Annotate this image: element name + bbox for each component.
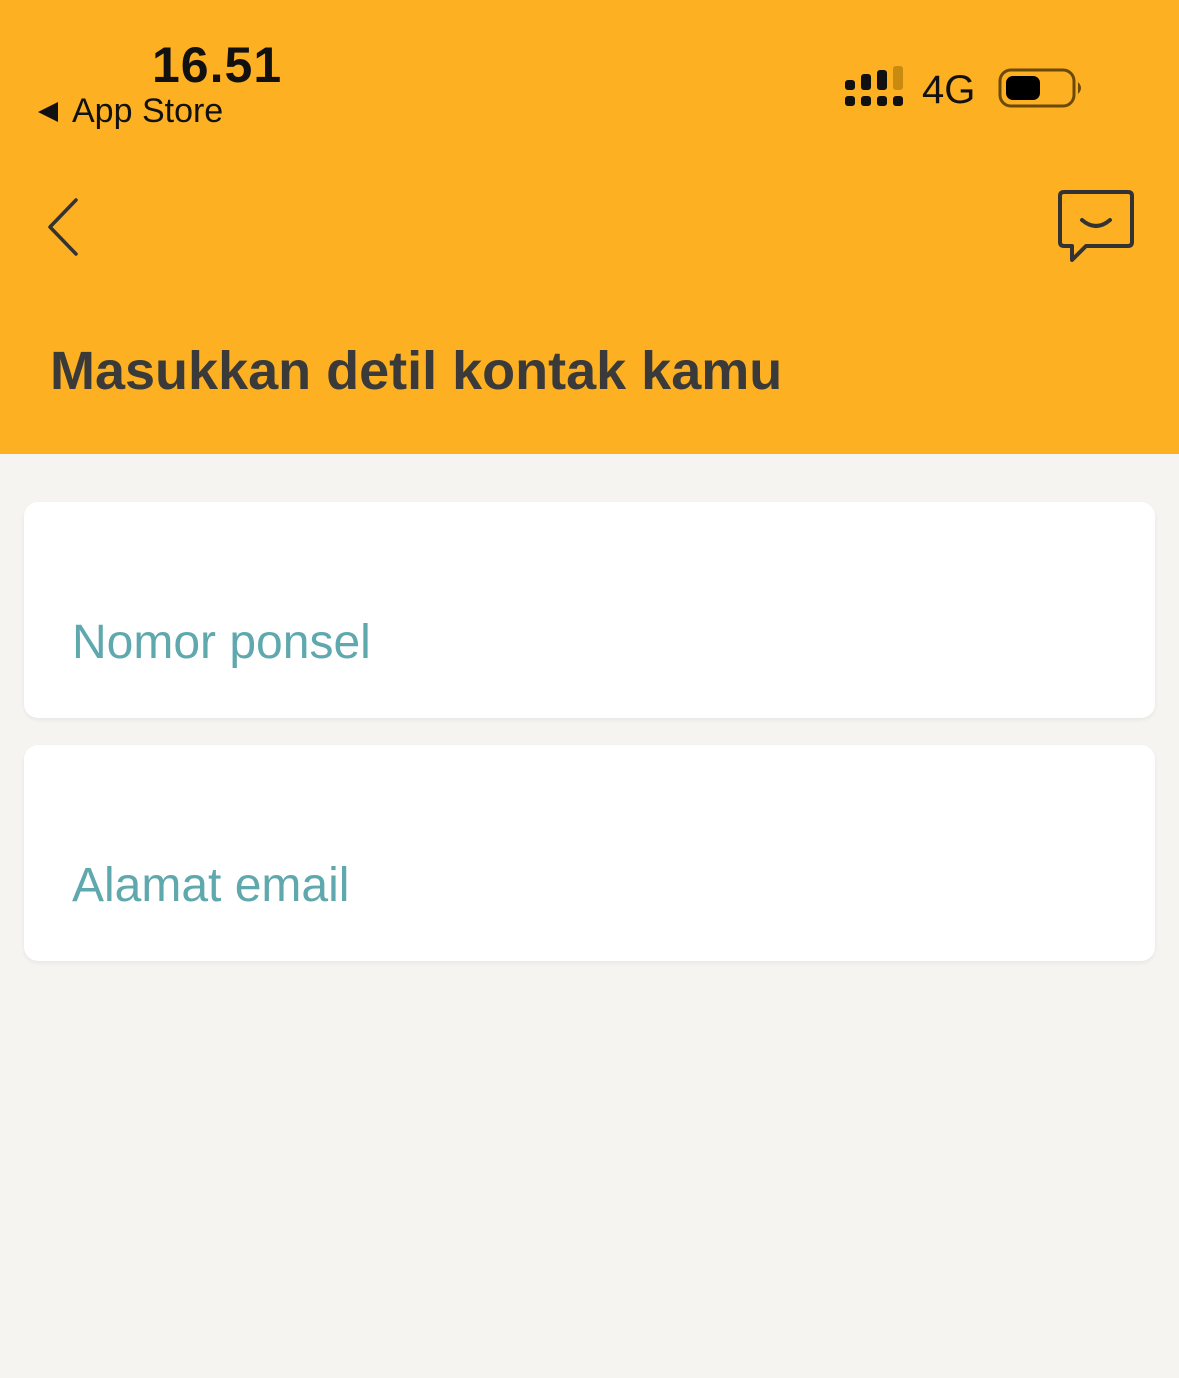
page-title: Masukkan detil kontak kamu: [50, 341, 783, 401]
network-type: 4G: [922, 68, 976, 112]
phone-input[interactable]: [72, 610, 1112, 674]
email-input[interactable]: [72, 853, 1112, 917]
status-time: 16.51: [152, 37, 283, 93]
chat-smile-icon[interactable]: [1056, 186, 1136, 266]
email-field-card[interactable]: [24, 745, 1155, 961]
chevron-left-icon[interactable]: [40, 196, 84, 258]
signal-icon: [845, 66, 903, 106]
back-triangle-icon: [38, 101, 58, 122]
phone-field-card[interactable]: [24, 502, 1155, 718]
status-back-link[interactable]: App Store: [38, 92, 223, 131]
status-back-label: App Store: [72, 92, 224, 130]
battery-icon: [998, 68, 1081, 108]
header: 16.51 App Store 4G Masukkan detil kontak…: [0, 0, 1179, 454]
